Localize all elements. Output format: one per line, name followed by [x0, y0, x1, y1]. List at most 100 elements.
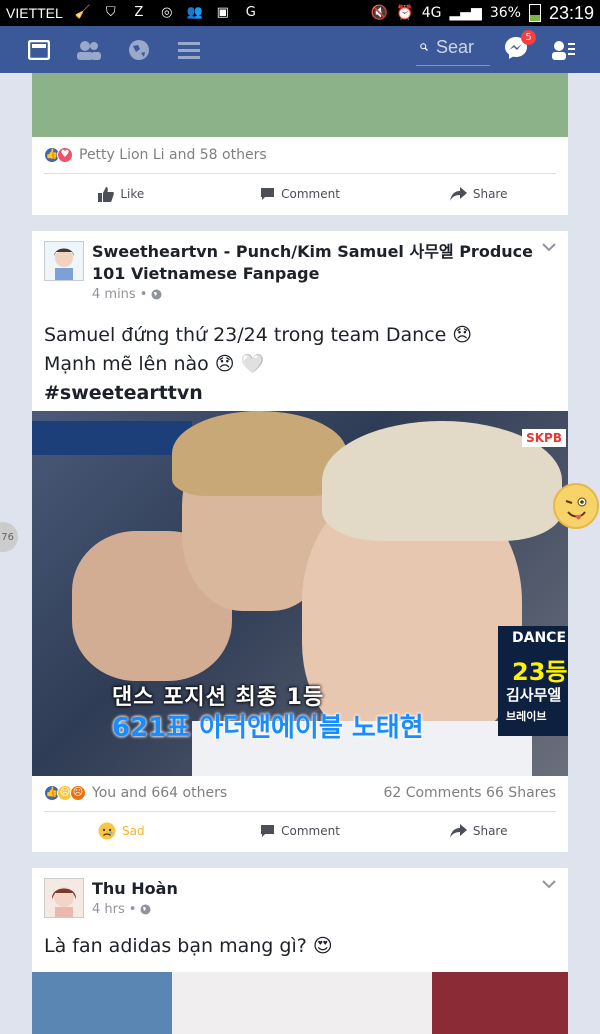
- public-globe-icon: [151, 289, 162, 300]
- reaction-names: Petty Lion Li and 58 others: [79, 147, 267, 163]
- share-button[interactable]: Share: [389, 811, 568, 851]
- alarm-icon: ⏰: [396, 5, 414, 21]
- post-meta: 4 hrs •: [92, 902, 178, 917]
- friends-icon: [77, 40, 101, 60]
- dot-separator: •: [128, 902, 137, 917]
- floating-emoji-icon[interactable]: [553, 483, 599, 529]
- rank-name: 김사무엘: [506, 686, 562, 704]
- reaction-summary[interactable]: 👍 ♥ Petty Lion Li and 58 others: [44, 147, 267, 163]
- share-button[interactable]: Share: [389, 174, 568, 214]
- post-card: Thu Hoàn 4 hrs • Là fan adidas bạn mang …: [32, 868, 568, 1034]
- love-reaction-icon: ♥: [57, 147, 73, 163]
- post-photo[interactable]: SKPB 댄스 포지션 최종 1등 621표 아더앤에이블 노태현 DANCE …: [32, 411, 568, 776]
- chevron-down-icon[interactable]: [542, 880, 556, 889]
- public-globe-icon: [140, 904, 151, 915]
- reaction-summary[interactable]: 👍 ☹ ☹ You and 664 others: [44, 785, 227, 801]
- angry-reaction-icon: ☹: [70, 785, 86, 801]
- clock: 23:19: [548, 2, 594, 23]
- avatar-image: [45, 879, 83, 917]
- hashtag-link[interactable]: #sweetearttvn: [44, 379, 556, 408]
- sad-reaction-button[interactable]: Sad: [32, 811, 211, 851]
- comment-icon: [261, 188, 275, 200]
- facebook-nav-bar: 5: [0, 26, 600, 73]
- author-name-link[interactable]: Thu Hoàn: [92, 878, 178, 900]
- comment-button[interactable]: Comment: [211, 174, 390, 214]
- hamburger-menu-icon: [178, 41, 200, 59]
- broom-icon: 🧹: [74, 5, 91, 20]
- carrier-name: VIETTEL: [6, 5, 63, 21]
- reaction-names: You and 664 others: [92, 785, 228, 801]
- user-avatar[interactable]: [44, 878, 84, 918]
- chevron-down-icon[interactable]: [542, 243, 556, 252]
- post-time[interactable]: 4 mins: [92, 287, 136, 302]
- photo-red-shirt: [432, 972, 568, 1034]
- network-type: 4G: [421, 5, 442, 21]
- page-name-link[interactable]: Sweetheartvn - Punch/Kim Samuel 사무엘 Prod…: [92, 241, 538, 285]
- post-card: Sweetheartvn - Punch/Kim Samuel 사무엘 Prod…: [32, 231, 568, 852]
- comment-label: Comment: [281, 187, 340, 201]
- post-actions: Sad Comment Share: [32, 811, 568, 851]
- menu-tab[interactable]: [164, 26, 214, 73]
- news-feed-tab[interactable]: [14, 26, 64, 73]
- like-button[interactable]: Like: [32, 174, 211, 214]
- thumbs-up-icon: [98, 186, 115, 202]
- sad-label: Sad: [122, 824, 145, 838]
- gallery-icon: ▣: [216, 5, 229, 20]
- post-header: Thu Hoàn 4 hrs •: [44, 878, 538, 918]
- comments-shares-count[interactable]: 62 Comments 66 Shares: [383, 785, 556, 801]
- share-label: Share: [472, 187, 508, 201]
- notifications-tab[interactable]: [114, 26, 164, 73]
- post-text: Là fan adidas bạn mang gì? 😍: [44, 935, 333, 957]
- rank-number: 23등: [512, 658, 568, 686]
- battery-icon: [528, 4, 541, 22]
- person-list-icon: [552, 40, 575, 60]
- share-icon: [449, 824, 467, 838]
- post-meta: 4 mins •: [92, 287, 538, 302]
- photo-caption-bottom: 621표 아더앤에이블 노태현: [112, 713, 424, 743]
- channel-logo: SKPB: [522, 429, 566, 447]
- people-icon: 👥: [186, 5, 203, 20]
- post-header: Sweetheartvn - Punch/Kim Samuel 사무엘 Prod…: [44, 241, 538, 302]
- shield-icon: ⛉: [105, 5, 116, 20]
- search-box[interactable]: [416, 34, 490, 66]
- friend-requests-tab[interactable]: [64, 26, 114, 73]
- like-label: Like: [120, 187, 145, 201]
- rank-sub: 브레이브: [506, 710, 547, 723]
- battery-percent: 36%: [489, 5, 521, 21]
- sad-face-icon: [98, 822, 116, 840]
- status-bar: VIETTEL 🧹 ⛉ Z ◎ 👥 ▣ G 🔇 ⏰ 4G ▂▄▆ 36% 23:…: [0, 0, 600, 26]
- post-text-line: Mạnh mẽ lên nào 😞 🤍: [44, 353, 265, 375]
- avatar-image: [45, 242, 83, 280]
- side-tab-counter[interactable]: 76: [0, 522, 18, 552]
- broadcast-banner: [32, 421, 192, 455]
- share-icon: [449, 187, 467, 201]
- page-avatar[interactable]: [44, 241, 84, 281]
- dot-separator: •: [139, 287, 148, 302]
- comment-icon: [261, 825, 275, 837]
- post-actions: Like Comment Share: [32, 174, 568, 214]
- messages-badge: 5: [521, 29, 536, 45]
- winking-face-icon: [556, 486, 596, 526]
- battery-level: [529, 15, 540, 21]
- zalo-icon: Z: [134, 5, 144, 20]
- news-feed-icon: [28, 39, 50, 60]
- messenger-button[interactable]: 5: [504, 29, 536, 64]
- globe-icon: [129, 39, 149, 60]
- comment-button[interactable]: Comment: [211, 811, 390, 851]
- search-icon: [420, 43, 428, 51]
- photo-jeans: [32, 972, 172, 1034]
- rank-label: DANCE: [512, 630, 567, 646]
- signal-icon: ▂▄▆: [449, 5, 482, 21]
- friends-list-button[interactable]: [540, 26, 586, 73]
- photo-hair-left: [172, 411, 347, 496]
- post-text: Samuel đứng thứ 23/24 trong team Dance 😞…: [44, 321, 556, 408]
- post-time[interactable]: 4 hrs: [92, 902, 125, 917]
- post-image[interactable]: [32, 73, 568, 137]
- circle-app-icon: ◎: [161, 5, 173, 20]
- search-input[interactable]: [436, 36, 484, 58]
- google-plus-icon: G: [245, 5, 256, 20]
- post-text-line: Samuel đứng thứ 23/24 trong team Dance 😞: [44, 324, 473, 346]
- comment-label: Comment: [281, 824, 340, 838]
- mute-icon: 🔇: [370, 5, 389, 21]
- post-photo[interactable]: [32, 972, 568, 1034]
